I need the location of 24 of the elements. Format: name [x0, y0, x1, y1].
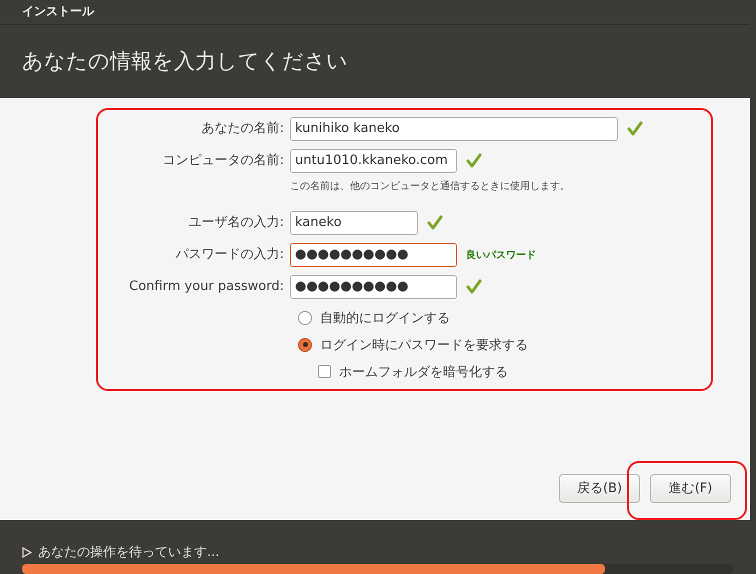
input-field[interactable]: ●●●●●●●●●●: [290, 242, 457, 267]
radio-button[interactable]: [298, 310, 312, 325]
nav-button[interactable]: 進む(F): [650, 474, 731, 503]
hint-text: この名前は、他のコンピュータと通信するときに使用します。: [290, 180, 571, 193]
password-strength: 良いパスワード: [466, 248, 536, 262]
input-field[interactable]: kaneko: [290, 210, 418, 235]
nav-button[interactable]: 戻る(B): [559, 474, 640, 503]
status-text: あなたの操作を待っています...: [38, 544, 220, 561]
input-field[interactable]: untu1010.kkaneko.com: [290, 148, 457, 173]
window-title: インストール: [22, 3, 94, 20]
field-label: ユーザ名の入力:: [188, 214, 285, 232]
option-label: 自動的にログインする: [320, 310, 450, 327]
checkbox[interactable]: [318, 365, 331, 378]
field-label: コンピュータの名前:: [162, 152, 285, 170]
input-field[interactable]: ●●●●●●●●●●: [290, 274, 457, 299]
radio-button[interactable]: [298, 338, 312, 352]
option-label: ログイン時にパスワードを要求する: [320, 336, 528, 354]
field-label: あなたの名前:: [202, 120, 285, 138]
field-label: Confirm your password:: [129, 278, 285, 296]
expander-icon[interactable]: [22, 546, 32, 558]
option-label: ホームフォルダを暗号化する: [339, 364, 508, 381]
input-field[interactable]: kunihiko kaneko: [290, 116, 618, 141]
page-heading: あなたの情報を入力してください: [22, 48, 348, 76]
field-label: パスワードの入力:: [176, 246, 285, 264]
